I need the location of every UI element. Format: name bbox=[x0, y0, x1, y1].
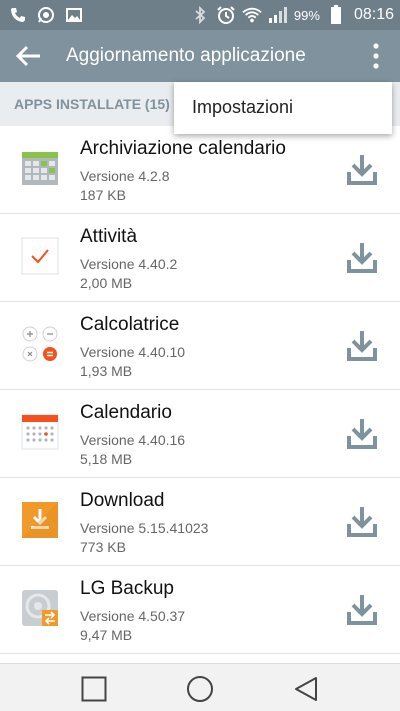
app-name: Attività bbox=[80, 226, 138, 247]
list-item[interactable]: LG Backup Versione 4.50.37 9,47 MB bbox=[0, 566, 400, 654]
alarm-icon bbox=[216, 5, 236, 25]
list-item[interactable]: Calcolatrice Versione 4.40.10 1,93 MB bbox=[0, 302, 400, 390]
download-icon bbox=[347, 155, 377, 185]
wifi-icon bbox=[242, 5, 262, 25]
download-icon bbox=[347, 243, 377, 273]
list-item[interactable]: Archiviazione calendario Versione 4.2.8 … bbox=[0, 126, 400, 214]
overflow-menu-button[interactable] bbox=[366, 40, 386, 72]
download-button[interactable] bbox=[346, 592, 378, 626]
app-size: 773 KB bbox=[80, 539, 126, 555]
app-size: 1,93 MB bbox=[80, 363, 133, 379]
app-name: Calcolatrice bbox=[80, 314, 180, 335]
app-name: Calendario bbox=[80, 402, 172, 423]
app-name: Archiviazione calendario bbox=[80, 138, 286, 159]
more-vert-icon bbox=[373, 43, 379, 69]
app-version: Versione 4.50.37 bbox=[80, 608, 186, 624]
list-item[interactable]: Attività Versione 4.40.2 2,00 MB bbox=[0, 214, 400, 302]
tasks-icon bbox=[20, 236, 60, 276]
list-item[interactable]: Calendario Versione 4.40.16 5,18 MB bbox=[0, 390, 400, 478]
status-bar: 99% 08:16 bbox=[0, 0, 400, 30]
calculator-icon bbox=[20, 324, 60, 364]
app-version: Versione 4.40.16 bbox=[80, 432, 186, 448]
system-icons: 99% 08:16 bbox=[190, 5, 394, 25]
download-icon bbox=[347, 507, 377, 537]
download-app-icon bbox=[20, 500, 60, 540]
gallery-icon bbox=[64, 5, 84, 25]
signal-icon bbox=[268, 5, 288, 25]
calendar-icon bbox=[20, 412, 60, 452]
calendar-archive-icon bbox=[20, 148, 60, 188]
app-size: 187 KB bbox=[80, 187, 126, 203]
download-icon bbox=[347, 419, 377, 449]
app-size: 9,47 MB bbox=[80, 627, 133, 643]
page-title: Aggiornamento applicazione bbox=[66, 45, 306, 66]
download-button[interactable] bbox=[346, 328, 378, 362]
home-button[interactable] bbox=[185, 674, 215, 704]
back-nav-button[interactable] bbox=[291, 674, 321, 704]
phone-icon bbox=[8, 5, 28, 25]
app-name: LG Backup bbox=[80, 578, 174, 599]
app-version: Versione 4.40.10 bbox=[80, 344, 186, 360]
recent-apps-button[interactable] bbox=[79, 674, 109, 704]
app-version: Versione 4.2.8 bbox=[80, 168, 170, 184]
app-bar: Aggiornamento applicazione bbox=[0, 30, 400, 82]
clock: 08:16 bbox=[353, 6, 394, 23]
square-icon bbox=[81, 676, 107, 702]
app-version: Versione 5.15.41023 bbox=[80, 520, 209, 536]
download-button[interactable] bbox=[346, 152, 378, 186]
app-size: 5,18 MB bbox=[80, 451, 133, 467]
list-item[interactable]: Download Versione 5.15.41023 773 KB bbox=[0, 478, 400, 566]
back-button[interactable] bbox=[14, 42, 44, 70]
arrow-left-icon bbox=[16, 45, 40, 67]
download-button[interactable] bbox=[346, 240, 378, 274]
notification-icons bbox=[8, 5, 84, 25]
bluetooth-icon bbox=[190, 5, 210, 25]
download-icon bbox=[347, 595, 377, 625]
app-list: Archiviazione calendario Versione 4.2.8 … bbox=[0, 126, 400, 654]
circle-icon bbox=[187, 676, 213, 702]
download-button[interactable] bbox=[346, 416, 378, 450]
triangle-back-icon bbox=[295, 677, 317, 701]
menu-item-settings[interactable]: Impostazioni bbox=[192, 97, 293, 118]
app-size: 2,00 MB bbox=[80, 275, 133, 291]
whatsapp-icon bbox=[36, 5, 56, 25]
battery-percent: 99% bbox=[293, 7, 320, 23]
overflow-menu: Impostazioni bbox=[174, 82, 392, 134]
download-button[interactable] bbox=[346, 504, 378, 538]
battery-icon bbox=[326, 5, 346, 25]
navigation-bar bbox=[0, 663, 400, 711]
app-name: Download bbox=[80, 490, 165, 511]
download-icon bbox=[347, 331, 377, 361]
backup-icon bbox=[20, 588, 60, 628]
app-version: Versione 4.40.2 bbox=[80, 256, 178, 272]
